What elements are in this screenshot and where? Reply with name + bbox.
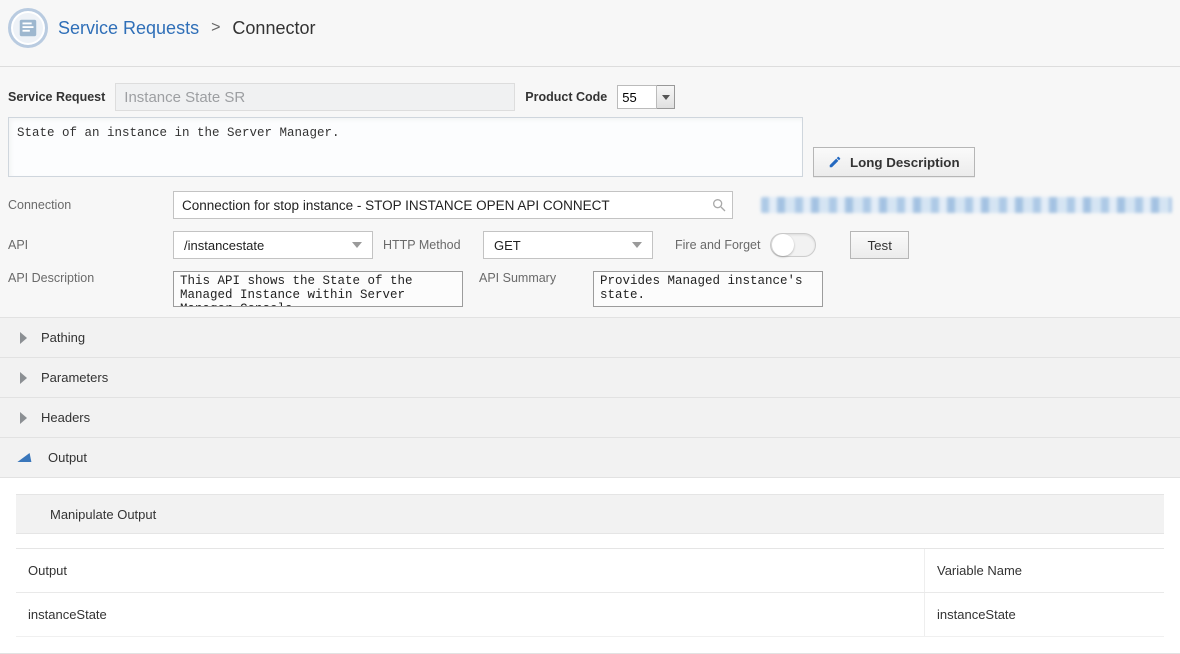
test-button[interactable]: Test bbox=[850, 231, 908, 259]
chevron-right-icon bbox=[20, 332, 27, 344]
accordion-manipulate-output[interactable]: Manipulate Output bbox=[16, 494, 1164, 534]
output-panel: Manipulate Output Output Variable Name i… bbox=[0, 478, 1180, 654]
breadcrumb-service-requests[interactable]: Service Requests bbox=[58, 18, 199, 39]
table-row[interactable]: instanceState instanceState bbox=[16, 593, 1164, 637]
chevron-right-icon bbox=[20, 412, 27, 424]
output-table-header: Output Variable Name bbox=[16, 549, 1164, 593]
product-code-value[interactable] bbox=[617, 85, 657, 109]
redacted-url bbox=[761, 197, 1172, 213]
output-value: instanceState bbox=[16, 593, 924, 636]
api-description-textarea[interactable]: This API shows the State of the Managed … bbox=[173, 271, 463, 307]
toggle-knob bbox=[772, 234, 794, 256]
description-textarea[interactable]: State of an instance in the Server Manag… bbox=[8, 117, 803, 177]
http-method-select[interactable]: GET bbox=[483, 231, 653, 259]
accordion-output[interactable]: Output bbox=[0, 438, 1180, 478]
accordion-pathing[interactable]: Pathing bbox=[0, 318, 1180, 358]
long-description-button[interactable]: Long Description bbox=[813, 147, 975, 177]
breadcrumb: Service Requests > Connector bbox=[0, 0, 1180, 67]
chevron-down-icon bbox=[662, 95, 670, 100]
service-request-input[interactable] bbox=[115, 83, 515, 111]
output-col-variable-header: Variable Name bbox=[924, 549, 1164, 592]
api-summary-label: API Summary bbox=[473, 271, 583, 285]
output-table: Output Variable Name instanceState insta… bbox=[16, 548, 1164, 637]
accordion-headers-label: Headers bbox=[41, 410, 90, 425]
accordion-manipulate-output-label: Manipulate Output bbox=[50, 507, 156, 522]
product-code-select[interactable] bbox=[617, 85, 675, 109]
accordion-pathing-label: Pathing bbox=[41, 330, 85, 345]
breadcrumb-separator: > bbox=[209, 19, 222, 37]
api-summary-textarea[interactable]: Provides Managed instance's state. bbox=[593, 271, 823, 307]
api-label: API bbox=[8, 238, 163, 252]
variable-name-value: instanceState bbox=[924, 593, 1164, 636]
api-select[interactable]: /instancestate bbox=[173, 231, 373, 259]
accordion-parameters-label: Parameters bbox=[41, 370, 108, 385]
output-col-output-header: Output bbox=[16, 549, 924, 592]
fire-forget-label: Fire and Forget bbox=[675, 238, 760, 252]
chevron-open-icon bbox=[17, 453, 36, 462]
chevron-right-icon bbox=[20, 372, 27, 384]
search-icon[interactable] bbox=[711, 197, 727, 213]
accordion-headers[interactable]: Headers bbox=[0, 398, 1180, 438]
chevron-down-icon bbox=[632, 242, 642, 248]
long-description-label: Long Description bbox=[850, 155, 960, 170]
api-description-label: API Description bbox=[8, 271, 163, 285]
connection-label: Connection bbox=[8, 198, 163, 212]
chevron-down-icon bbox=[352, 242, 362, 248]
product-code-label: Product Code bbox=[525, 90, 607, 104]
product-code-dropdown-button[interactable] bbox=[657, 85, 675, 109]
accordion-parameters[interactable]: Parameters bbox=[0, 358, 1180, 398]
fire-forget-toggle[interactable] bbox=[770, 233, 816, 257]
http-method-value: GET bbox=[494, 238, 521, 253]
document-list-icon bbox=[17, 17, 39, 39]
pencil-icon bbox=[828, 155, 842, 169]
service-request-label: Service Request bbox=[8, 90, 105, 104]
app-icon bbox=[8, 8, 48, 48]
accordion-output-label: Output bbox=[48, 450, 87, 465]
connection-input[interactable] bbox=[173, 191, 733, 219]
http-method-label: HTTP Method bbox=[383, 238, 473, 252]
api-select-value: /instancestate bbox=[184, 238, 264, 253]
breadcrumb-current: Connector bbox=[232, 18, 315, 39]
